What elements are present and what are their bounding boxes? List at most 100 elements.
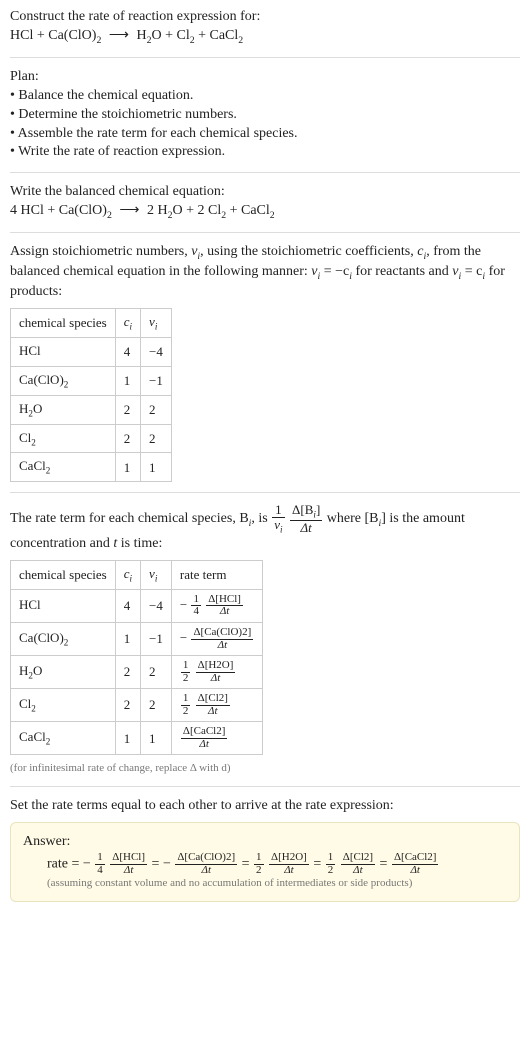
plan-item: • Assemble the rate term for each chemic… xyxy=(10,125,520,144)
eq-sep: = xyxy=(242,856,253,871)
frac-den: Δt xyxy=(196,673,236,685)
species-sub: 2 xyxy=(46,737,51,747)
cell-species: Ca(ClO)2 xyxy=(11,366,116,395)
text: Δ[B xyxy=(292,502,313,517)
cell-ci: 2 xyxy=(115,689,140,722)
plan-item: • Balance the chemical equation. xyxy=(10,87,520,106)
col-rate-term: rate term xyxy=(171,561,262,590)
cell-species: Cl2 xyxy=(11,424,116,453)
species-text: Ca(ClO) xyxy=(19,372,64,387)
cell-nui: −4 xyxy=(141,589,172,622)
divider xyxy=(10,492,520,493)
eq-sub: 2 xyxy=(107,210,112,221)
frac-den: Δt xyxy=(341,865,375,877)
plan-item: • Write the rate of reaction expression. xyxy=(10,143,520,162)
frac-num: 1 xyxy=(95,852,105,865)
frac-den: Δt xyxy=(191,640,253,652)
arrow-icon: ⟶ xyxy=(105,28,133,43)
frac-num: Δ[HCl] xyxy=(110,852,147,865)
symbol-nu-sub: i xyxy=(155,322,158,332)
species-sub: 2 xyxy=(64,638,69,648)
text: Assign stoichiometric numbers, xyxy=(10,244,191,259)
table-row: Ca(ClO)2 1 −1 xyxy=(11,366,172,395)
delta-fraction: Δ[H2O]Δt xyxy=(268,852,310,876)
cell-ci: 1 xyxy=(115,366,140,395)
coef-fraction: 12 xyxy=(325,852,337,876)
eq-sub: 2 xyxy=(270,210,275,221)
frac-den: Δt xyxy=(110,865,147,877)
symbol-c-sub: i xyxy=(130,322,133,332)
coef-fraction: 12 xyxy=(180,693,192,717)
table-row: HCl 4 −4 − 14 Δ[HCl]Δt xyxy=(11,589,263,622)
assign-text: Assign stoichiometric numbers, νi, using… xyxy=(10,243,520,302)
frac-den: 2 xyxy=(181,673,191,685)
assumption-note: (assuming constant volume and no accumul… xyxy=(23,876,507,891)
frac-den: Δt xyxy=(181,739,228,751)
eq-text: O + 2 Cl xyxy=(172,203,221,218)
cell-species: CaCl2 xyxy=(11,722,116,755)
cell-species: Ca(ClO)2 xyxy=(11,622,116,655)
col-nui: νi xyxy=(141,561,172,590)
frac-num: Δ[Bi] xyxy=(290,503,322,521)
table-header-row: chemical species ci νi xyxy=(11,309,172,338)
rate-expression: rate = − 14 Δ[HCl]Δt = − Δ[Ca(ClO)2]Δt =… xyxy=(23,852,507,876)
cell-nui: 2 xyxy=(141,395,172,424)
answer-heading: Answer: xyxy=(23,833,507,852)
symbol-c-sub: i xyxy=(130,574,133,584)
text: The rate term for each chemical species,… xyxy=(10,511,249,526)
frac-den: 2 xyxy=(181,706,191,718)
frac-num: 1 xyxy=(254,852,264,865)
neg-sign: − xyxy=(163,856,171,871)
cell-species: Cl2 xyxy=(11,689,116,722)
rate-label: rate = xyxy=(47,856,83,871)
divider xyxy=(10,232,520,233)
cell-nui: 2 xyxy=(141,424,172,453)
eq-text: 4 HCl + Ca(ClO) xyxy=(10,203,107,218)
eq-sub: 2 xyxy=(238,35,243,46)
frac-num: 1 xyxy=(181,693,191,706)
balanced-heading: Write the balanced chemical equation: xyxy=(10,183,520,202)
cell-ci: 1 xyxy=(115,622,140,655)
species-sub: 2 xyxy=(64,380,69,390)
balanced-equation: 4 HCl + Ca(ClO)2 ⟶ 2 H2O + 2 Cl2 + CaCl2 xyxy=(10,202,520,222)
col-species: chemical species xyxy=(11,309,116,338)
text: for reactants and xyxy=(352,264,452,279)
cell-ci: 2 xyxy=(115,395,140,424)
species-text: O xyxy=(33,663,42,678)
cell-rate-term: 12 Δ[Cl2]Δt xyxy=(171,689,262,722)
table-row: HCl 4 −4 xyxy=(11,338,172,367)
cell-nui: −1 xyxy=(141,622,172,655)
species-text: Cl xyxy=(19,696,31,711)
text: , is xyxy=(251,511,271,526)
coef-fraction: 12 xyxy=(180,660,192,684)
stoichiometry-table: chemical species ci νi HCl 4 −4 Ca(ClO)2… xyxy=(10,308,172,482)
infinitesimal-note: (for infinitesimal rate of change, repla… xyxy=(10,761,520,776)
table-row: CaCl2 1 1 Δ[CaCl2]Δt xyxy=(11,722,263,755)
eq-text: O + Cl xyxy=(151,28,189,43)
delta-fraction: Δ[HCl]Δt xyxy=(109,852,148,876)
frac-den: 4 xyxy=(95,865,105,877)
species-text: Ca(ClO) xyxy=(19,630,64,645)
species-text: Cl xyxy=(19,430,31,445)
cell-nui: 1 xyxy=(141,453,172,482)
neg-sign: − xyxy=(180,630,187,645)
species-sub: 2 xyxy=(31,437,36,447)
cell-ci: 4 xyxy=(115,338,140,367)
delta-fraction: Δ[HCl]Δt xyxy=(205,594,244,618)
cell-ci: 2 xyxy=(115,656,140,689)
neg-sign: − xyxy=(83,856,91,871)
species-text: CaCl xyxy=(19,729,46,744)
table-header-row: chemical species ci νi rate term xyxy=(11,561,263,590)
frac-den: Δt xyxy=(206,606,243,618)
cell-nui: 2 xyxy=(141,689,172,722)
eq-sep: = xyxy=(313,856,324,871)
plan-list: • Balance the chemical equation. • Deter… xyxy=(10,87,520,163)
table-row: H2O 2 2 xyxy=(11,395,172,424)
species-text: CaCl xyxy=(19,458,46,473)
table-row: Cl2 2 2 12 Δ[Cl2]Δt xyxy=(11,689,263,722)
cell-species: HCl xyxy=(11,338,116,367)
frac-den: 2 xyxy=(254,865,264,877)
species-sub: 2 xyxy=(46,466,51,476)
eq-text: + CaCl xyxy=(195,28,239,43)
frac-num: Δ[Cl2] xyxy=(196,693,230,706)
